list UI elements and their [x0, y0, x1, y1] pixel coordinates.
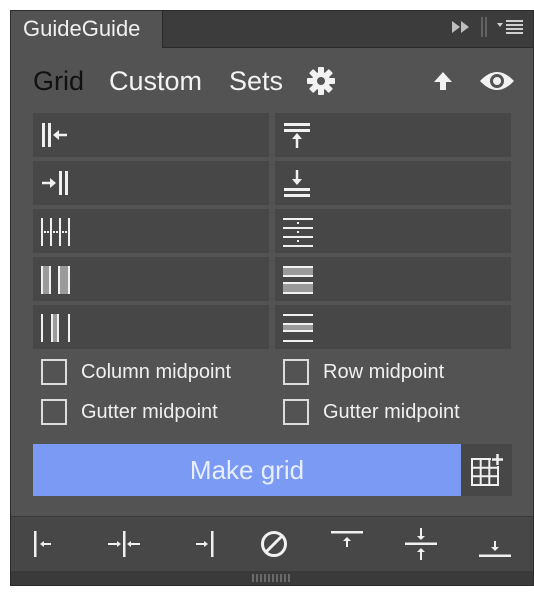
- bottom-margin-icon: [284, 170, 310, 197]
- row-height-field[interactable]: [275, 257, 511, 301]
- quick-guides-bar: [11, 516, 533, 571]
- titlebar-divider: [481, 16, 487, 42]
- right-margin-icon: [42, 171, 68, 195]
- eye-icon[interactable]: [477, 65, 517, 97]
- guideguide-panel: GuideGuide Grid Custom Sets Column midpo…: [10, 10, 534, 586]
- column-width-field[interactable]: [33, 257, 269, 301]
- column-gutter-midpoint-label: Gutter midpoint: [81, 401, 218, 423]
- resize-grip[interactable]: [11, 571, 533, 585]
- tab-custom[interactable]: Custom: [109, 63, 202, 99]
- top-margin-icon: [284, 123, 310, 148]
- panel-title-tab[interactable]: GuideGuide: [11, 11, 163, 48]
- clear-guides-icon[interactable]: [254, 527, 294, 561]
- column-gutter-midpoint-checkbox[interactable]: [41, 399, 67, 425]
- row-midpoint-checkbox[interactable]: [283, 359, 309, 385]
- tab-grid[interactable]: Grid: [33, 63, 84, 99]
- guide-center-vertical-icon[interactable]: [104, 527, 144, 561]
- top-margin-field[interactable]: [275, 113, 511, 157]
- guide-top-icon[interactable]: [327, 527, 367, 561]
- section-nav: Grid Custom Sets: [33, 63, 517, 103]
- tab-sets[interactable]: Sets: [229, 63, 283, 99]
- column-midpoint-checkbox[interactable]: [41, 359, 67, 385]
- row-gutter-icon: [283, 314, 313, 342]
- arrow-up-icon[interactable]: [427, 65, 459, 97]
- row-gutter-field[interactable]: [275, 305, 511, 349]
- add-grid-icon: [470, 453, 504, 486]
- left-margin-field[interactable]: [33, 113, 269, 157]
- fast-forward-icon[interactable]: [451, 20, 471, 39]
- right-margin-field[interactable]: [33, 161, 269, 205]
- row-midpoint-label: Row midpoint: [323, 361, 445, 383]
- panel-menu-icon[interactable]: [497, 19, 523, 40]
- bottom-margin-field[interactable]: [275, 161, 511, 205]
- column-gutter-icon: [41, 314, 70, 342]
- left-margin-icon: [42, 123, 67, 147]
- guide-right-icon[interactable]: [185, 527, 225, 561]
- add-grid-button[interactable]: [461, 444, 512, 496]
- guide-center-horizontal-icon[interactable]: [401, 527, 441, 561]
- column-midpoint-label: Column midpoint: [81, 361, 232, 383]
- gear-icon[interactable]: [305, 65, 337, 97]
- panel-titlebar: GuideGuide: [11, 11, 533, 48]
- row-height-icon: [283, 266, 313, 294]
- rows-field[interactable]: [275, 209, 511, 253]
- row-gutter-midpoint-label: Gutter midpoint: [323, 401, 460, 423]
- column-gutter-field[interactable]: [33, 305, 269, 349]
- column-width-icon: [41, 266, 70, 294]
- columns-icon: [41, 218, 70, 246]
- columns-field[interactable]: [33, 209, 269, 253]
- resize-grip-icon: [252, 574, 290, 582]
- rows-icon: [283, 218, 313, 247]
- row-gutter-midpoint-checkbox[interactable]: [283, 399, 309, 425]
- guide-left-icon[interactable]: [23, 527, 63, 561]
- make-grid-button[interactable]: Make grid: [33, 444, 461, 496]
- guide-bottom-icon[interactable]: [475, 527, 515, 561]
